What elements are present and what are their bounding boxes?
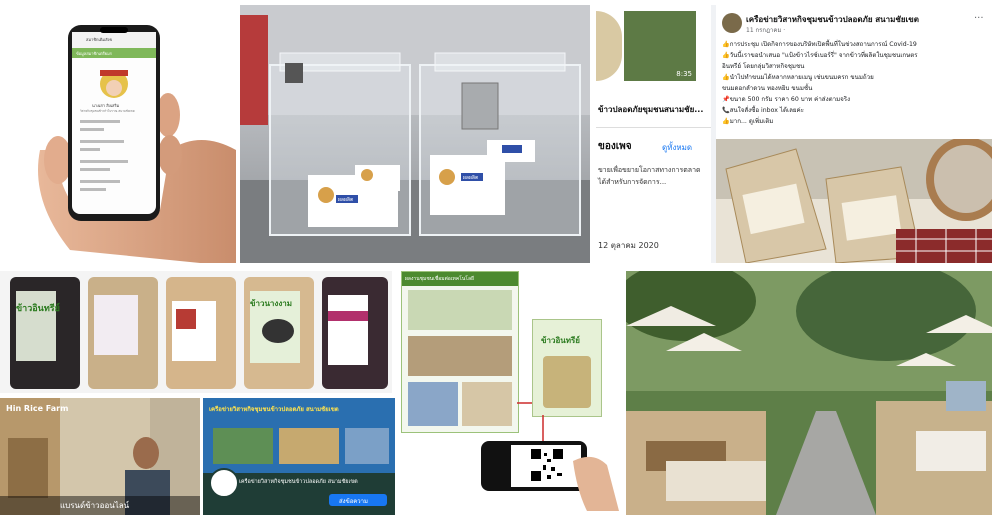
box-label-left: ผลผลิต xyxy=(338,197,354,203)
acrylic-boxes-illustration xyxy=(240,5,590,263)
post-body: 👍การประชุม เปิดกิจการของบริษัทเปิดพื้นที… xyxy=(722,39,988,127)
sidebar-date: 12 ตุลาคม 2020 xyxy=(598,241,659,250)
phone-section-title: ข้อมูลสมาชิกเตรียมร xyxy=(76,51,112,56)
page-avatar[interactable] xyxy=(722,13,742,33)
page-logo-image xyxy=(596,11,622,81)
rice-pack-label: ข้าวอินทรีย์ xyxy=(16,304,60,314)
cover-photo xyxy=(213,428,273,464)
rice-pack-label-2: ข้าวนางงาม xyxy=(250,299,292,308)
facebook-group-screenshot: เครือข่ายวิสาหกิจชุมชนข้าวปลอดภัย สนามชั… xyxy=(203,398,395,515)
group-cover-title: เครือข่ายวิสาหกิจชุมชนข้าวปลอดภัย สนามชั… xyxy=(209,406,339,413)
phone-qr-scan xyxy=(481,441,587,491)
post-line: 📌ขนาด 500 กรัม ราคา 60 บาท ค่าส่งตามจริง xyxy=(722,96,851,103)
qr-code[interactable] xyxy=(511,445,581,487)
sidebar-heading: ของเพจ xyxy=(598,141,632,152)
more-options-icon[interactable]: ··· xyxy=(974,13,984,24)
farmer-video-screenshot[interactable]: Hin Rice Farm แบรนด์ข้าวออนไลน์ xyxy=(0,398,200,515)
post-line: 👍นำไปทำขนมได้หลากหลายเมนู เช่นขนมครก ขนม… xyxy=(722,74,874,81)
group-cover: เครือข่ายวิสาหกิจชุมชนข้าวปลอดภัย สนามชั… xyxy=(203,398,395,473)
box-label-right: ผลผลิต xyxy=(463,175,479,181)
fb-post-card: เครือข่ายวิสาหกิจชุมชนข้าวปลอดภัย สนามชั… xyxy=(716,5,992,263)
post-line: 📞สนใจสั่งซื้อ inbox ได้เลยค่ะ xyxy=(722,107,804,114)
message-button-label: ส่งข้อความ xyxy=(339,498,369,505)
sidebar-text: ขายเพื่อขยายโอกาสทางการตลาด xyxy=(598,166,701,174)
hand-holding-phone-illustration xyxy=(38,25,236,263)
fb-page-sidebar: 8:35 ข้าวปลอดภัยขุมชนสนามชัย... ของเพจ ด… xyxy=(596,5,711,263)
post-line: ขนมดอกลำดวน ทองหยิบ ขนมชั้น xyxy=(722,85,813,92)
acrylic-boxes-photo: ผลผลิต ผลผลิต xyxy=(240,5,590,263)
post-line-see-more[interactable]: 👍มาก... ดูเพิ่มเติม xyxy=(722,116,988,127)
related-page-title[interactable]: ข้าวปลอดภัยขุมชนสนามชัย... xyxy=(598,103,703,116)
rice-packages-illustration xyxy=(10,277,388,389)
post-line: 👍การประชุม เปิดกิจการของบริษัทเปิดพื้นที… xyxy=(722,41,917,48)
post-date: 11 กรกฎาคม · xyxy=(746,27,786,34)
sidebar-text-2: ได้สำหรับการจัดการ... xyxy=(598,178,667,186)
video-caption: แบรนด์ข้าวออนไลน์ xyxy=(60,501,130,510)
video-thumbnail[interactable]: 8:35 xyxy=(624,11,696,81)
qr-code-icon xyxy=(531,449,563,481)
group-avatar[interactable] xyxy=(209,468,239,498)
facebook-post-screenshot: 8:35 ข้าวปลอดภัยขุมชนสนามชัย... ของเพจ ด… xyxy=(596,5,992,263)
qr-infographic: ผลงานชุมชนเชื่อมต่อเทคโนโลยี ข้าวอินทรีย… xyxy=(397,271,619,515)
rice-packages-photo: ข้าวอินทรีย์ ข้าวนางงาม xyxy=(0,271,392,393)
hand-icon xyxy=(573,456,619,511)
group-name[interactable]: เครือข่ายวิสาหกิจชุมชนข้าวปลอดภัย สนามชั… xyxy=(239,478,358,486)
message-button[interactable]: ส่งข้อความ xyxy=(329,494,387,506)
phone-header: สมาชิกเดิมสังข xyxy=(86,37,113,42)
post-line: 👍วันนี้เราขอนำเสนอ "แป้งข้าวไรซ์เบอร์รี่… xyxy=(722,52,918,59)
phone-photo: สมาชิกเดิมสังข ข้อมูลสมาชิกเตรียมร นางเส… xyxy=(0,0,236,263)
farmer-video-thumbnail xyxy=(0,398,200,515)
video-duration: 8:35 xyxy=(676,70,692,78)
phone-member-subtitle: วิสาหกิจชุมชนข้าวกำโบราณ สนามชัยเขต xyxy=(80,109,135,113)
divider xyxy=(596,127,711,128)
market-garden-illustration xyxy=(626,271,992,515)
flour-bags-photo xyxy=(716,139,992,263)
post-line: อินทรีย์ โดยกลุ่มวิสาหกิจชุมชน xyxy=(722,63,805,70)
cover-photo xyxy=(279,428,339,464)
farm-sign: Hin Rice Farm xyxy=(6,404,69,413)
see-all-link[interactable]: ดูทั้งหมด xyxy=(662,141,692,154)
phone-member-name: นางเสา สิงเสริม xyxy=(92,103,120,108)
cover-photo xyxy=(345,428,389,464)
outdoor-market-photo xyxy=(626,271,992,515)
